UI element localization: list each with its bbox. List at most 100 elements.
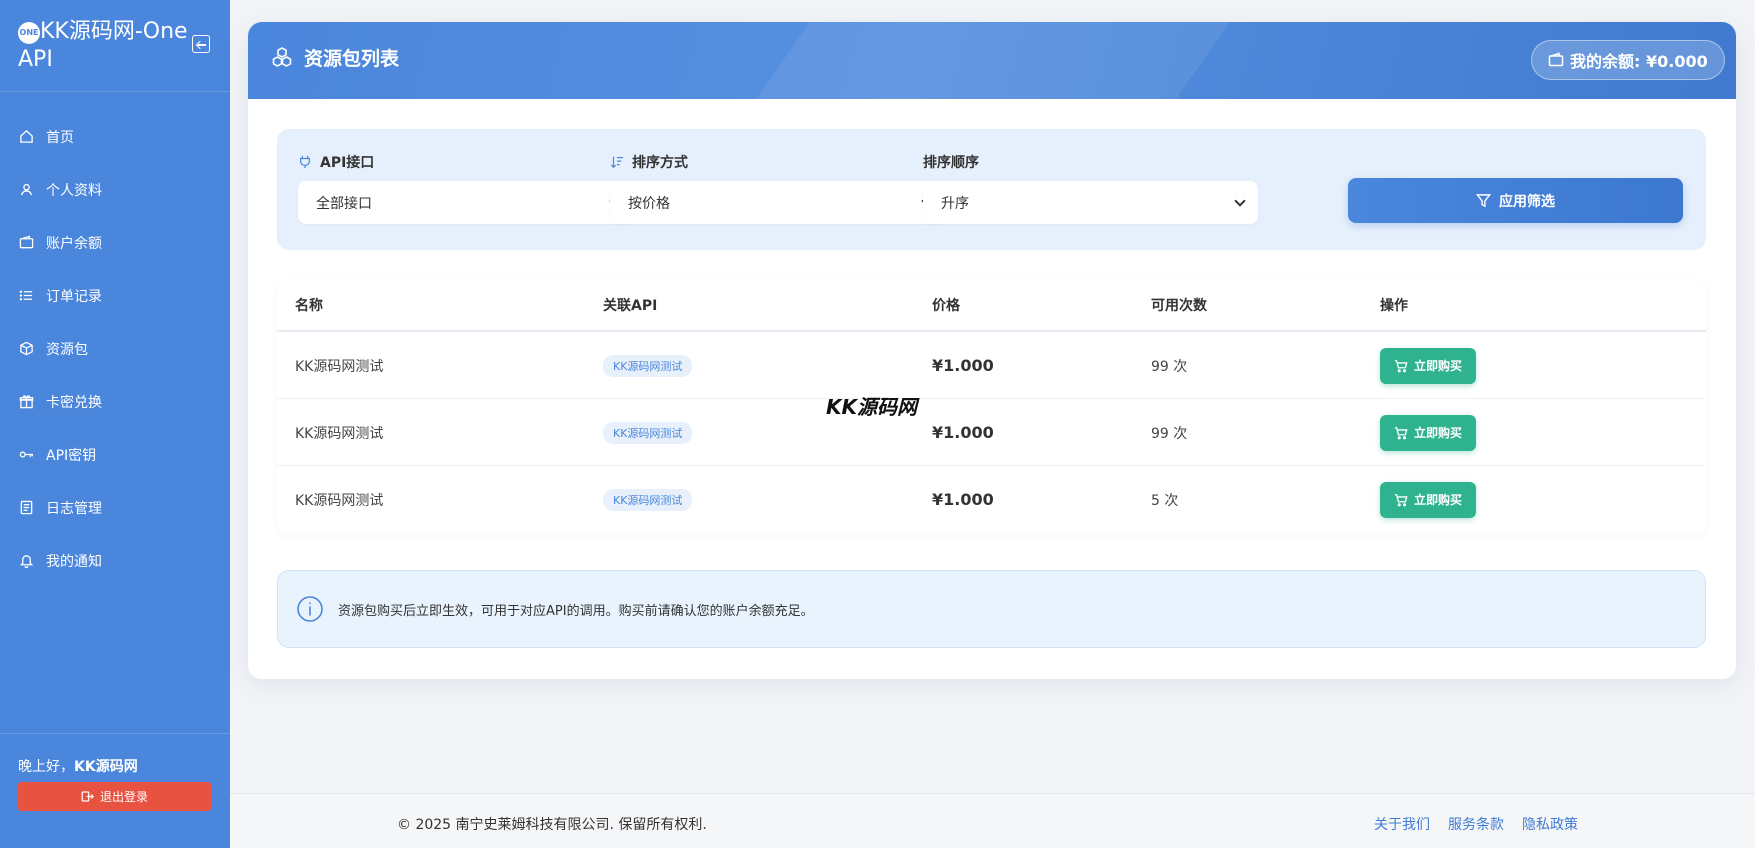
- table-row: KK源码网测试 KK源码网测试 ¥1.000 99 次 立即购买: [277, 399, 1706, 466]
- sidebar-item-orders[interactable]: 订单记录: [0, 269, 230, 322]
- column-header-count: 可用次数: [1151, 298, 1207, 314]
- sort-by-filter-group: 排序方式 按价格: [610, 153, 945, 224]
- buy-button-label: 立即购买: [1414, 493, 1463, 507]
- sidebar-item-label: 个人资料: [46, 182, 102, 199]
- card-header: 资源包列表 我的余额: ¥0.000: [248, 22, 1736, 99]
- buy-button[interactable]: 立即购买: [1380, 481, 1477, 518]
- column-header-price: 价格: [932, 298, 960, 314]
- sidebar-item-api-keys[interactable]: API密钥: [0, 428, 230, 481]
- buy-button[interactable]: 立即购买: [1380, 414, 1477, 451]
- sidebar: ONEKK源码网-One API 首页 个人资料 账户余额 订单记录 资源包 卡…: [0, 0, 230, 848]
- api-cell: KK源码网测试: [603, 466, 693, 533]
- package-price: ¥1.000: [932, 423, 994, 442]
- balance-text: 我的余额: ¥0.000: [1570, 52, 1708, 71]
- api-filter-group: API接口 全部接口: [298, 153, 633, 224]
- apply-filter-label: 应用筛选: [1499, 193, 1555, 210]
- brand-title: ONEKK源码网-One API: [18, 19, 188, 72]
- api-filter-label: API接口: [298, 153, 633, 171]
- sidebar-item-label: 资源包: [46, 341, 88, 358]
- user-name: KK源码网: [74, 759, 138, 775]
- api-cell: KK源码网测试: [603, 332, 693, 399]
- home-icon: [18, 129, 34, 145]
- footer: © 2025 南宁史莱姆科技有限公司. 保留所有权利. 关于我们 服务条款 隐私政策: [230, 793, 1755, 848]
- user-icon: [18, 182, 34, 198]
- cart-icon: [1394, 359, 1408, 372]
- plug-icon: [300, 155, 310, 169]
- brand[interactable]: ONEKK源码网-One API: [18, 18, 188, 74]
- column-header-name: 名称: [295, 298, 323, 314]
- sort-by-label: 排序方式: [610, 153, 945, 171]
- cart-icon: [1394, 493, 1408, 506]
- package-name: KK源码网测试: [295, 492, 384, 509]
- balance-badge[interactable]: 我的余额: ¥0.000: [1531, 40, 1725, 80]
- sidebar-item-home[interactable]: 首页: [0, 110, 230, 163]
- greeting-prefix: 晚上好，: [18, 759, 74, 775]
- order-label: 排序顺序: [923, 153, 1258, 171]
- order-label-text: 排序顺序: [923, 155, 979, 171]
- api-select-value: 全部接口: [316, 195, 372, 212]
- api-select[interactable]: 全部接口: [298, 181, 633, 224]
- list-icon: [18, 288, 34, 304]
- terms-link[interactable]: 服务条款: [1448, 817, 1504, 833]
- brand-logo: ONE: [18, 22, 40, 44]
- footer-links: 关于我们 服务条款 隐私政策: [1374, 814, 1596, 834]
- log-icon: [18, 500, 34, 516]
- table-row: KK源码网测试 KK源码网测试 ¥1.000 5 次 立即购买: [277, 466, 1706, 533]
- boxes-icon: [272, 46, 292, 67]
- package-name: KK源码网测试: [295, 425, 384, 442]
- api-tag: KK源码网测试: [603, 354, 693, 377]
- cart-icon: [1394, 426, 1408, 439]
- logout-button[interactable]: 退出登录: [18, 782, 211, 811]
- key-icon: [18, 447, 34, 463]
- packages-card: 资源包列表 我的余额: ¥0.000 API接口 全部接口 排序方式 按价格 排…: [248, 22, 1736, 679]
- table-header: 名称 关联API 价格 可用次数 操作: [277, 281, 1706, 332]
- sidebar-item-profile[interactable]: 个人资料: [0, 163, 230, 216]
- package-count: 5 次: [1151, 492, 1179, 509]
- action-cell: 立即购买: [1380, 332, 1477, 399]
- sidebar-item-logs[interactable]: 日志管理: [0, 481, 230, 534]
- gift-icon: [18, 394, 34, 410]
- sidebar-item-label: 订单记录: [46, 288, 102, 305]
- privacy-link[interactable]: 隐私政策: [1522, 817, 1578, 833]
- package-name: KK源码网测试: [295, 358, 384, 375]
- info-notice: 资源包购买后立即生效，可用于对应API的调用。购买前请确认您的账户余额充足。: [277, 570, 1706, 648]
- wallet-icon: [1548, 52, 1564, 67]
- logout-icon: [81, 791, 94, 802]
- page-title-text: 资源包列表: [304, 48, 400, 70]
- sidebar-item-redeem[interactable]: 卡密兑换: [0, 375, 230, 428]
- sort-by-select-value: 按价格: [628, 195, 670, 212]
- sidebar-item-label: API密钥: [46, 447, 97, 464]
- sidebar-item-label: 账户余额: [46, 235, 102, 252]
- box-icon: [18, 341, 34, 357]
- order-select[interactable]: 升序: [923, 181, 1258, 224]
- api-cell: KK源码网测试: [603, 399, 693, 466]
- api-filter-label-text: API接口: [320, 155, 375, 171]
- buy-button[interactable]: 立即购买: [1380, 347, 1477, 384]
- about-link[interactable]: 关于我们: [1374, 817, 1430, 833]
- column-header-action: 操作: [1380, 298, 1408, 314]
- info-text: 资源包购买后立即生效，可用于对应API的调用。购买前请确认您的账户余额充足。: [338, 603, 814, 619]
- watermark: KK源码网: [826, 395, 917, 419]
- sidebar-item-notifications[interactable]: 我的通知: [0, 534, 230, 587]
- package-price: ¥1.000: [932, 490, 994, 509]
- logout-label: 退出登录: [99, 790, 148, 804]
- brand-title-text: KK源码网-One API: [18, 19, 188, 72]
- sidebar-item-label: 卡密兑换: [46, 394, 102, 411]
- sidebar-item-balance[interactable]: 账户余额: [0, 216, 230, 269]
- collapse-sidebar-button[interactable]: [192, 35, 210, 53]
- order-filter-group: 排序顺序 升序: [923, 153, 1258, 224]
- column-header-api: 关联API: [603, 298, 658, 314]
- page-title: 资源包列表: [270, 44, 399, 71]
- bell-icon: [18, 553, 34, 569]
- action-cell: 立即购买: [1380, 466, 1477, 533]
- sort-by-label-text: 排序方式: [632, 155, 688, 171]
- sort-by-select[interactable]: 按价格: [610, 181, 945, 224]
- apply-filter-button[interactable]: 应用筛选: [1348, 178, 1683, 223]
- sidebar-nav: 首页 个人资料 账户余额 订单记录 资源包 卡密兑换 API密钥 日志管理 我的…: [0, 110, 230, 587]
- sidebar-item-packages[interactable]: 资源包: [0, 322, 230, 375]
- sort-icon: [610, 156, 624, 169]
- action-cell: 立即购买: [1380, 399, 1477, 466]
- order-select-value: 升序: [941, 195, 969, 212]
- api-tag: KK源码网测试: [603, 421, 693, 444]
- table-row: KK源码网测试 KK源码网测试 ¥1.000 99 次 立即购买: [277, 332, 1706, 399]
